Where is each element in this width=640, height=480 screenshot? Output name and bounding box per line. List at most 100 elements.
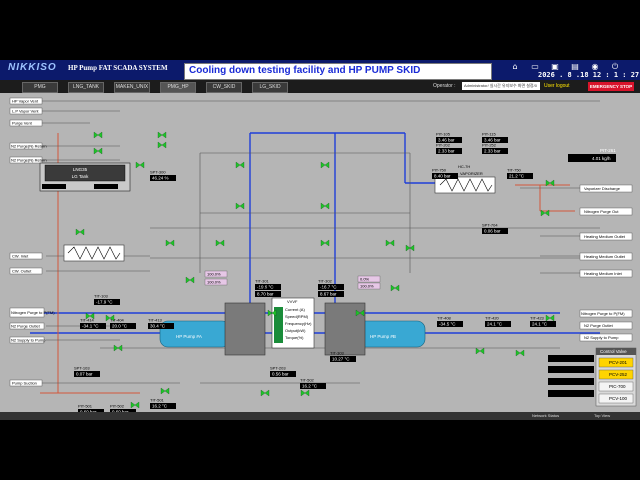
tag-n2-purge-return-2: N2 Purge(N) Return xyxy=(11,158,47,163)
tab-lng-tank[interactable]: LNG_TANK xyxy=(68,82,104,93)
control-valve-button-pic-700[interactable]: PIC-700 xyxy=(598,381,634,392)
readout-tit-501[interactable]: TIT-50116.2 °C xyxy=(150,398,176,410)
vfd-panel[interactable]: VVVF Current (A) Speed(RPM) Frequency(Hz… xyxy=(271,297,315,349)
valve-icon[interactable] xyxy=(515,349,525,357)
valve-icon[interactable] xyxy=(93,131,103,139)
readout-pit261-value: 4.01 kg/h xyxy=(592,156,611,161)
readout-value: 46.24 % xyxy=(152,176,169,181)
readout-tag: PIT-302 xyxy=(318,286,333,291)
tab-lg-skid[interactable]: LG_SKID xyxy=(252,82,288,93)
tag-heating-medium-outlet-1: Heating Medium Outlet xyxy=(584,234,626,239)
valve-icon[interactable] xyxy=(475,347,485,355)
readout-tag: SPT-704 xyxy=(482,223,498,228)
readout-tag: PIT-115 xyxy=(482,132,496,137)
control-valve-button-pcv-201[interactable]: PCV-201 xyxy=(598,357,634,368)
readout-tag: PIT-202 xyxy=(436,143,451,148)
valve-icon[interactable] xyxy=(545,314,555,322)
readout-value: 16.2 °C xyxy=(302,384,318,389)
tab-pmg-hp[interactable]: PMG_HP xyxy=(160,82,196,93)
readout-tit-502[interactable]: TIT-50216.2 °C xyxy=(300,378,326,390)
readout-pit-115[interactable]: PIT-1153.46 bar xyxy=(482,132,508,144)
valve-icon[interactable] xyxy=(320,202,330,210)
vfd-title: VVVF xyxy=(287,299,298,304)
readout-tit-413[interactable]: TIT-41330.4 °C xyxy=(148,318,174,330)
pump-b[interactable]: HP Pump #B xyxy=(324,302,426,356)
readout-tag: TIT-414 xyxy=(80,318,95,323)
valve-icon[interactable] xyxy=(165,239,175,247)
pump-b-label: HP Pump #B xyxy=(370,334,396,339)
readout-value: 21.2 °C xyxy=(509,174,525,179)
readout-pit-750[interactable]: PIT-7508.40 bar xyxy=(432,168,458,180)
control-valve-button-pcv-252[interactable]: PCV-252 xyxy=(598,369,634,380)
status-rows xyxy=(548,355,594,397)
control-valve-title: Control Valve xyxy=(600,349,627,354)
readout-spt-300[interactable]: SPT-30046.24 % xyxy=(150,170,176,182)
valve-icon[interactable] xyxy=(157,141,167,149)
network-status-link[interactable]: Network Status xyxy=(532,413,559,418)
readout-tag: TIT-423 xyxy=(530,316,545,321)
valve-icon[interactable] xyxy=(300,389,310,397)
readout-tag: SPT-203 xyxy=(270,366,286,371)
readout-tag: TIT-750 xyxy=(507,168,522,173)
vfd-row-torque: Torque(%) xyxy=(285,335,304,340)
valve-icon[interactable] xyxy=(260,389,270,397)
readout-tag: PIT-105 xyxy=(436,132,451,137)
readout-tit-408[interactable]: TIT-408-34.5 °C xyxy=(437,316,463,328)
tag-cw-inlet: CW. Inlet xyxy=(12,254,29,259)
valve-icon[interactable] xyxy=(390,284,400,292)
readout-tag: TIT-420 xyxy=(485,316,500,321)
readout-tit-750[interactable]: TIT-75021.2 °C xyxy=(507,168,533,180)
valve-icon[interactable] xyxy=(235,202,245,210)
lng-tank[interactable]: LNG35 LG Tank xyxy=(39,162,131,192)
control-valve-button-pcv-100[interactable]: PCV-100 xyxy=(598,393,634,404)
cw-heat-exchanger[interactable] xyxy=(63,244,125,262)
readout-tit-420[interactable]: TIT-42024.1 °C xyxy=(485,316,511,328)
readout-spt-103[interactable]: SPT-1030.07 bar xyxy=(74,366,100,378)
readout-tag: TIT-103 xyxy=(94,294,109,299)
valve-icon[interactable] xyxy=(113,344,123,352)
pump-a[interactable]: HP Pump #A xyxy=(159,302,266,356)
valve-pct-boxes: 100.0% 100.0% 0.0% 100.0% xyxy=(204,270,381,290)
operator-label: Operator : xyxy=(433,83,456,89)
pump-a-label: HP Pump #A xyxy=(176,334,202,339)
valve-icon[interactable] xyxy=(385,239,395,247)
readout-tit-103[interactable]: TIT-103-17.9 °C xyxy=(94,294,120,306)
readout-value: 0.56 bar xyxy=(272,372,289,377)
control-valve-button-label: PCV-201 xyxy=(609,360,628,365)
home-icon[interactable]: ⌂ xyxy=(508,62,522,72)
valve-icon[interactable] xyxy=(75,228,85,236)
tab-pmg[interactable]: PMG xyxy=(22,82,58,93)
readout-value: 8.67 bar xyxy=(320,292,337,297)
valve-icon[interactable] xyxy=(185,276,195,284)
tag-n2-purge-outlet-right: N2 Purge Outlet xyxy=(584,323,614,328)
readout-tag: PIT-501 xyxy=(78,404,93,409)
valve-icon[interactable] xyxy=(215,239,225,247)
control-valve-button-label: PCV-100 xyxy=(609,396,628,401)
valve-icon[interactable] xyxy=(93,147,103,155)
emergency-stop-button[interactable]: EMERGENCY STOP xyxy=(588,82,634,91)
valve-icon[interactable] xyxy=(130,401,140,409)
valve-icon[interactable] xyxy=(235,161,245,169)
operator-field[interactable]: Administrator/ 실시간 유지보수 화면 설정/0 xyxy=(462,82,540,90)
readout-tit-414[interactable]: TIT-414-34.1 °C xyxy=(80,318,106,330)
readout-spt-203[interactable]: SPT-2030.56 bar xyxy=(270,366,296,378)
readout-pit-252[interactable]: PIT-2522.33 bar xyxy=(482,143,508,155)
readout-tag: SPT-300 xyxy=(150,170,166,175)
top-view-link[interactable]: Top View xyxy=(594,413,610,418)
readout-value: 20.0 °C xyxy=(112,324,128,329)
valve-icon[interactable] xyxy=(320,239,330,247)
valve-icon[interactable] xyxy=(135,161,145,169)
valve-icon[interactable] xyxy=(157,131,167,139)
readout-pit-105[interactable]: PIT-1053.46 bar xyxy=(436,132,462,144)
tank-sub-label: LG Tank xyxy=(72,174,89,179)
tab-maken-unix[interactable]: MAKEN_UNIX xyxy=(114,82,150,93)
valve-pct-3: 0.0% xyxy=(360,277,370,282)
valve-icon[interactable] xyxy=(320,161,330,169)
valve-icon[interactable] xyxy=(160,387,170,395)
user-logout-link[interactable]: User logout xyxy=(544,83,570,89)
readout-value: -34.1 °C xyxy=(82,324,99,329)
readout-spt-704[interactable]: SPT-7040.06 bar xyxy=(482,223,508,235)
valve-pct-4: 100.0% xyxy=(360,284,374,289)
tab-cw-skid[interactable]: CW_SKID xyxy=(206,82,242,93)
readout-pit-202[interactable]: PIT-2022.33 bar xyxy=(436,143,462,155)
